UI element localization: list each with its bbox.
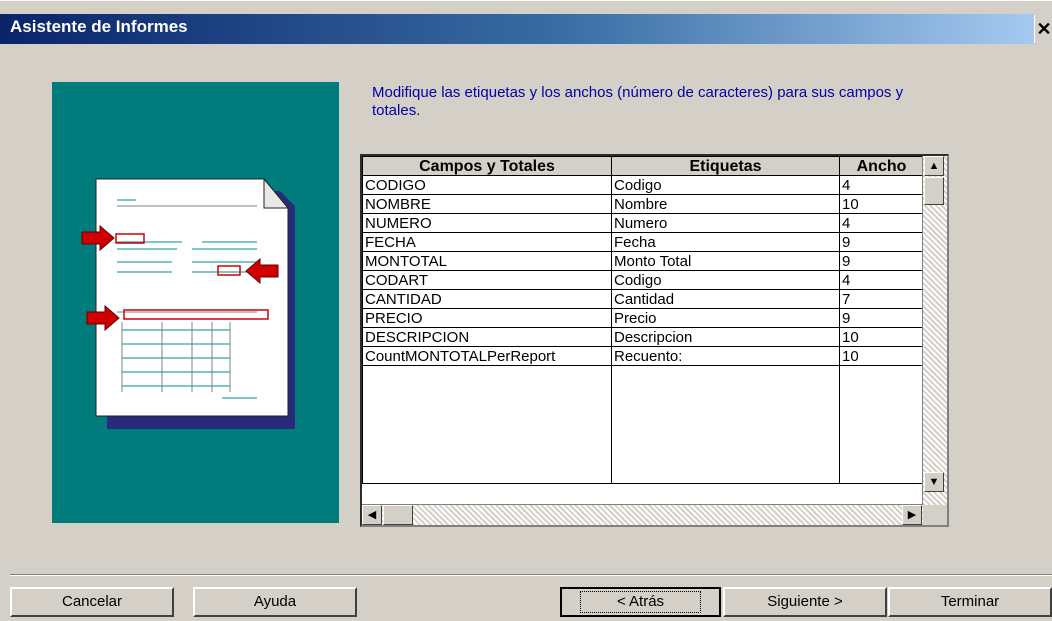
table-row[interactable]: CODART Codigo 4 [362, 270, 923, 290]
field-cell: FECHA [362, 232, 612, 252]
field-cell: NOMBRE [362, 194, 612, 214]
label-cell[interactable]: Descripcion [611, 327, 840, 347]
width-cell[interactable]: 7 [839, 289, 923, 309]
label-cell[interactable]: Recuento: [611, 346, 840, 366]
empty-cell [839, 365, 923, 484]
empty-row [362, 365, 923, 484]
column-header-labels: Etiquetas [611, 156, 840, 176]
width-cell[interactable]: 9 [839, 308, 923, 328]
column-header-fields: Campos y Totales [362, 156, 612, 176]
cancel-button[interactable]: Cancelar [10, 587, 174, 617]
field-cell: NUMERO [362, 213, 612, 233]
label-cell[interactable]: Numero [611, 213, 840, 233]
table-row[interactable]: PRECIO Precio 9 [362, 308, 923, 328]
label-cell[interactable]: Cantidad [611, 289, 840, 309]
label-cell[interactable]: Precio [611, 308, 840, 328]
field-cell: DESCRIPCION [362, 327, 612, 347]
field-cell: PRECIO [362, 308, 612, 328]
table-row[interactable]: CountMONTOTALPerReport Recuento: 10 [362, 346, 923, 366]
width-cell[interactable]: 4 [839, 270, 923, 290]
up-arrow-icon[interactable]: ▲ [924, 156, 944, 176]
field-cell: CountMONTOTALPerReport [362, 346, 612, 366]
width-cell[interactable]: 10 [839, 346, 923, 366]
report-document-icon [81, 177, 295, 429]
table-row[interactable]: FECHA Fecha 9 [362, 232, 923, 252]
window-title: Asistente de Informes [10, 17, 188, 36]
field-cell: MONTOTAL [362, 251, 612, 271]
wizard-illustration [52, 82, 339, 523]
vertical-scroll-thumb[interactable] [924, 177, 944, 205]
scroll-corner [923, 505, 947, 525]
width-cell[interactable]: 9 [839, 232, 923, 252]
field-cell: CODART [362, 270, 612, 290]
table-row[interactable]: NUMERO Numero 4 [362, 213, 923, 233]
label-cell[interactable]: Codigo [611, 270, 840, 290]
label-cell[interactable]: Codigo [611, 175, 840, 195]
back-button[interactable]: < Atrás [560, 587, 721, 617]
width-cell[interactable]: 10 [839, 327, 923, 347]
right-arrow-icon[interactable]: ▶ [902, 505, 922, 525]
title-bar: Asistente de Informes ✕ [0, 0, 1052, 44]
finish-button[interactable]: Terminar [888, 587, 1052, 617]
next-button[interactable]: Siguiente > [723, 587, 887, 617]
grid-viewport: Campos y Totales Etiquetas Ancho CODIGO C… [362, 156, 923, 505]
width-cell[interactable]: 4 [839, 175, 923, 195]
field-cell: CODIGO [362, 175, 612, 195]
table-row[interactable]: CODIGO Codigo 4 [362, 175, 923, 195]
empty-cell [362, 365, 612, 484]
label-cell[interactable]: Fecha [611, 232, 840, 252]
column-header-width: Ancho [839, 156, 923, 176]
table-row[interactable]: NOMBRE Nombre 10 [362, 194, 923, 214]
instruction-text: Modifique las etiquetas y los anchos (nú… [372, 84, 904, 119]
width-cell[interactable]: 9 [839, 251, 923, 271]
table-row[interactable]: CANTIDAD Cantidad 7 [362, 289, 923, 309]
fields-grid[interactable]: Campos y Totales Etiquetas Ancho CODIGO C… [360, 154, 949, 527]
field-cell: CANTIDAD [362, 289, 612, 309]
title-band: Asistente de Informes [0, 14, 1036, 44]
left-arrow-icon[interactable]: ◀ [362, 505, 382, 525]
label-cell[interactable]: Nombre [611, 194, 840, 214]
horizontal-scroll-thumb[interactable] [383, 505, 413, 525]
table-row[interactable]: MONTOTAL Monto Total 9 [362, 251, 923, 271]
footer-separator [10, 574, 1052, 576]
down-arrow-icon[interactable]: ▼ [924, 472, 944, 492]
width-cell[interactable]: 10 [839, 194, 923, 214]
fields-table: Campos y Totales Etiquetas Ancho CODIGO C… [362, 156, 923, 484]
table-header-row: Campos y Totales Etiquetas Ancho [362, 156, 923, 176]
back-button-label: < Atrás [579, 591, 702, 613]
table-row[interactable]: DESCRIPCION Descripcion 10 [362, 327, 923, 347]
close-button[interactable]: ✕ [1034, 15, 1052, 43]
vertical-scrollbar[interactable]: ▲ ▼ [922, 156, 947, 505]
width-cell[interactable]: 4 [839, 213, 923, 233]
help-button[interactable]: Ayuda [193, 587, 357, 617]
empty-cell [611, 365, 840, 484]
label-cell[interactable]: Monto Total [611, 251, 840, 271]
horizontal-scrollbar[interactable]: ◀ ▶ [362, 504, 923, 525]
